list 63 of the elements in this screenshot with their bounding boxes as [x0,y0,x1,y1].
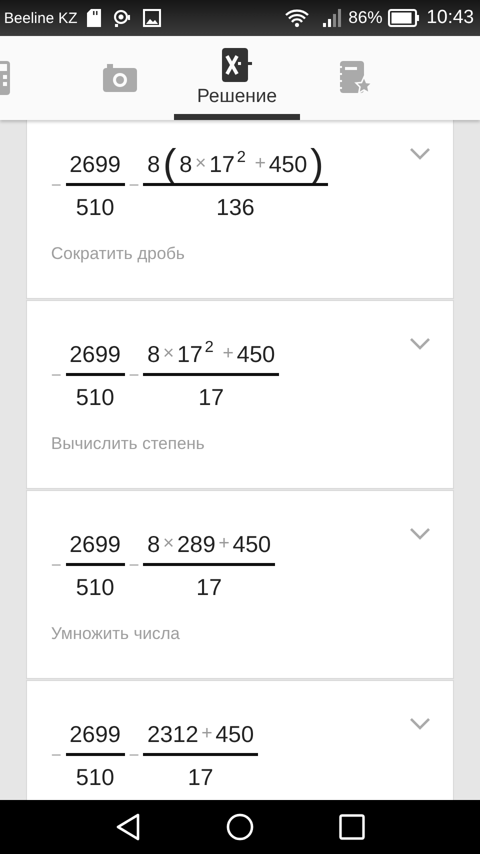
back-icon[interactable] [114,813,141,841]
operator: + [201,722,212,746]
wifi-icon [284,8,310,28]
minus-sign: − [128,555,140,576]
number: 8 [147,530,160,559]
camera-icon [103,64,137,92]
numerator: 2699 [68,150,122,179]
operator: + [222,342,234,366]
sd-card-icon [87,9,102,27]
operator: × [195,152,206,176]
operator: × [163,532,174,556]
number: 8 [179,150,192,179]
chevron-down-icon[interactable] [409,527,431,541]
equation-icon [222,48,252,82]
minus-sign: − [51,555,62,576]
exponent: 2 [236,149,246,167]
number: 8 [147,150,160,179]
operator: + [254,152,266,176]
chevron-down-icon[interactable] [409,337,431,351]
home-icon[interactable] [226,813,254,841]
number: 289 [177,530,216,559]
minus-sign: − [128,745,140,766]
number: 450 [236,340,276,369]
battery-percent: 86% [348,8,382,28]
number: 8 [147,340,160,369]
step-description: Сократить дробь [51,244,186,264]
minus-sign: − [51,745,62,766]
denominator: 17 [195,573,223,602]
clock: 10:43 [426,7,474,29]
denominator: 510 [74,763,116,792]
operator: + [218,532,230,556]
operator: × [163,342,174,366]
step-description: Умножить числа [51,624,181,644]
numerator: 2699 [68,530,122,559]
carrier-name: Beeline KZ [4,10,78,26]
numerator: 2699 [68,720,122,749]
denominator: 510 [74,193,116,222]
denominator: 510 [74,383,116,412]
recents-icon[interactable] [339,814,366,840]
minus-sign: − [128,175,140,196]
chevron-down-icon[interactable] [409,147,431,161]
chevron-down-icon[interactable] [409,717,431,731]
number: 17 [209,150,235,179]
signal-icon [322,9,342,27]
denominator: 510 [74,573,116,602]
numerator: 2699 [68,340,122,369]
minus-sign: − [51,175,62,196]
minus-sign: − [51,365,62,386]
number: 450 [268,150,308,179]
number: 17 [177,340,203,369]
number: 450 [215,720,254,749]
notebook-star-icon [338,61,372,95]
battery-icon [388,9,420,27]
exponent: 2 [204,339,214,357]
step-description: Вычислить степень [51,434,206,454]
denominator: 136 [215,193,256,222]
minus-sign: − [128,365,140,386]
number: 450 [232,530,271,559]
denominator: 17 [197,383,225,412]
hotspot-icon [113,9,132,27]
image-icon [143,9,162,27]
number: 2312 [147,720,198,749]
denominator: 17 [186,763,214,792]
